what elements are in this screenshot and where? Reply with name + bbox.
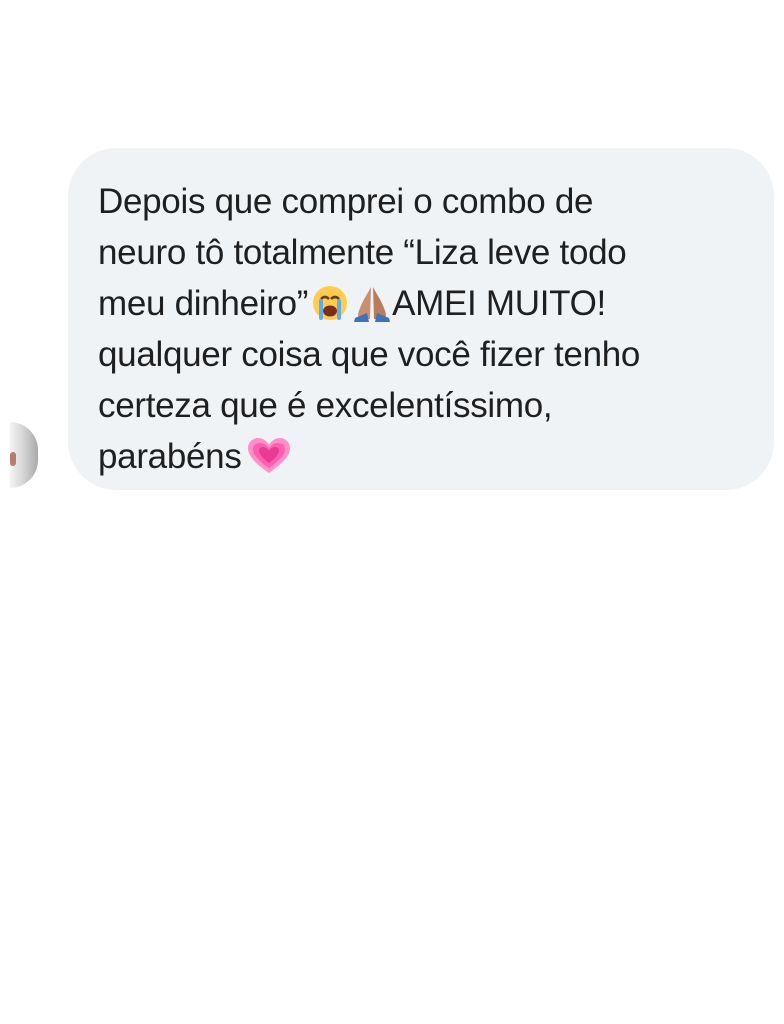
message-line-1: Depois que comprei o combo de [98, 182, 594, 221]
message-line-3-end: AMEI MUITO! [392, 284, 606, 323]
incoming-message-bubble[interactable]: Depois que comprei o combo de neuro tô t… [68, 148, 774, 490]
message-line-2: neuro tô totalmente “Liza leve todo [98, 233, 627, 272]
message-line-4: qualquer coisa que você fizer tenho [98, 335, 641, 374]
message-line-3-start: meu dinheiro” [98, 284, 309, 323]
message-line-5: certeza que é excelentíssimo, [98, 386, 553, 425]
folded-hands-emoji [352, 284, 392, 322]
loudly-crying-face-emoji [311, 284, 349, 322]
sender-avatar[interactable] [10, 422, 38, 488]
message-line-6: parabéns [98, 437, 242, 476]
message-text: Depois que comprei o combo de neuro tô t… [98, 176, 754, 482]
growing-heart-emoji [245, 437, 293, 475]
